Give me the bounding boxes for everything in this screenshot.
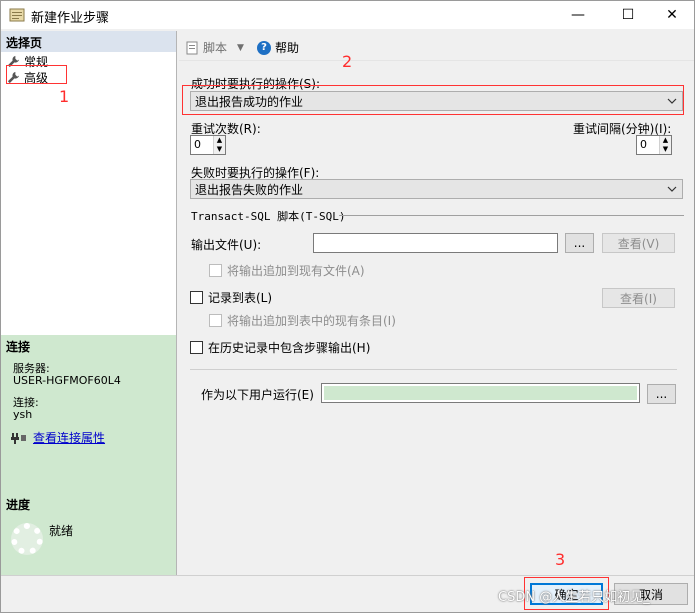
progress-status: 就绪 <box>49 524 74 538</box>
job-step-dialog: 新建作业步骤 — ☐ ✕ 选择页 常规 高级 连接 服务器: USER-HGFM… <box>0 0 695 613</box>
append-table-label: 将输出追加到表中的现有条目(I) <box>227 314 396 328</box>
run-as-input[interactable] <box>321 383 640 403</box>
append-output-label: 将输出追加到现有文件(A) <box>227 264 365 278</box>
stepper-arrows-icon[interactable]: ▲ ▼ <box>213 136 225 154</box>
run-as-browse-button[interactable]: ... <box>647 384 676 404</box>
select-page-header: 选择页 <box>1 31 176 52</box>
progress-header: 进度 <box>1 493 176 514</box>
annotation-number-3: 3 <box>555 550 566 569</box>
output-file-browse-button[interactable]: ... <box>565 233 594 253</box>
script-button[interactable]: 脚本 ▼ <box>185 39 244 56</box>
retry-count-value: 0 <box>194 138 201 151</box>
retry-interval-value: 0 <box>640 138 647 151</box>
annotation-number-1: 1 <box>59 87 70 106</box>
help-label: 帮助 <box>275 41 300 55</box>
annotation-box-2 <box>182 85 684 115</box>
on-failure-select[interactable]: 退出报告失败的作业 <box>190 179 683 199</box>
log-to-table-checkbox[interactable]: 记录到表(L) <box>190 289 272 306</box>
output-file-label: 输出文件(U): <box>191 238 262 252</box>
checkbox-box[interactable] <box>190 341 203 354</box>
title-bar: 新建作业步骤 — ☐ ✕ <box>1 1 694 29</box>
checkbox-box[interactable] <box>209 264 222 277</box>
bottom-divider <box>1 575 694 576</box>
stepper-arrows-icon[interactable]: ▲ ▼ <box>659 136 671 154</box>
connection-value: ysh <box>13 408 33 421</box>
progress-spinner-icon <box>11 523 43 555</box>
left-pane: 选择页 常规 高级 连接 服务器: USER-HGFMOF60L4 连接: ys… <box>1 31 177 575</box>
tsql-section-label: Transact-SQL 脚本(T-SQL) <box>191 210 346 223</box>
append-table-checkbox[interactable]: 将输出追加到表中的现有条目(I) <box>209 312 396 329</box>
view-connection-properties-link[interactable]: 查看连接属性 <box>11 429 105 446</box>
maximize-button[interactable]: ☐ <box>605 1 651 29</box>
view-connection-properties-label: 查看连接属性 <box>33 431 106 445</box>
minimize-button[interactable]: — <box>555 1 601 29</box>
on-failure-value: 退出报告失败的作业 <box>195 182 304 197</box>
view-table-button[interactable]: 查看(I) <box>602 288 675 308</box>
append-output-checkbox[interactable]: 将输出追加到现有文件(A) <box>209 262 365 279</box>
toolbar: 脚本 ▼ ? 帮助 <box>179 31 694 61</box>
checkbox-box[interactable] <box>209 314 222 327</box>
section-divider <box>190 369 677 370</box>
section-divider <box>339 215 684 216</box>
window-title: 新建作业步骤 <box>31 11 110 26</box>
chevron-down-icon: ▼ <box>237 42 244 53</box>
watermark: CSDN @人生若只如初见_ <box>498 590 650 605</box>
retry-count-stepper[interactable]: 0 ▲ ▼ <box>190 135 226 155</box>
annotation-box-1 <box>6 65 67 84</box>
run-as-fill <box>324 386 637 400</box>
connection-header: 连接 <box>1 335 176 356</box>
script-icon <box>186 41 198 54</box>
close-button[interactable]: ✕ <box>649 1 695 29</box>
run-as-label: 作为以下用户运行(E) <box>201 388 314 402</box>
log-to-table-label: 记录到表(L) <box>208 291 273 305</box>
view-output-button[interactable]: 查看(V) <box>602 233 675 253</box>
help-icon: ? <box>257 40 271 55</box>
server-value: USER-HGFMOF60L4 <box>13 374 121 387</box>
app-icon <box>9 8 25 22</box>
connection-plug-icon <box>11 432 26 444</box>
chevron-down-icon <box>667 186 677 192</box>
include-history-checkbox[interactable]: 在历史记录中包含步骤输出(H) <box>190 339 370 356</box>
output-file-input[interactable] <box>313 233 558 253</box>
annotation-number-2: 2 <box>342 52 353 71</box>
script-label: 脚本 <box>203 41 228 55</box>
checkbox-box[interactable] <box>190 291 203 304</box>
retry-interval-stepper[interactable]: 0 ▲ ▼ <box>636 135 672 155</box>
help-button[interactable]: ? 帮助 <box>257 39 299 56</box>
include-history-label: 在历史记录中包含步骤输出(H) <box>208 341 371 355</box>
